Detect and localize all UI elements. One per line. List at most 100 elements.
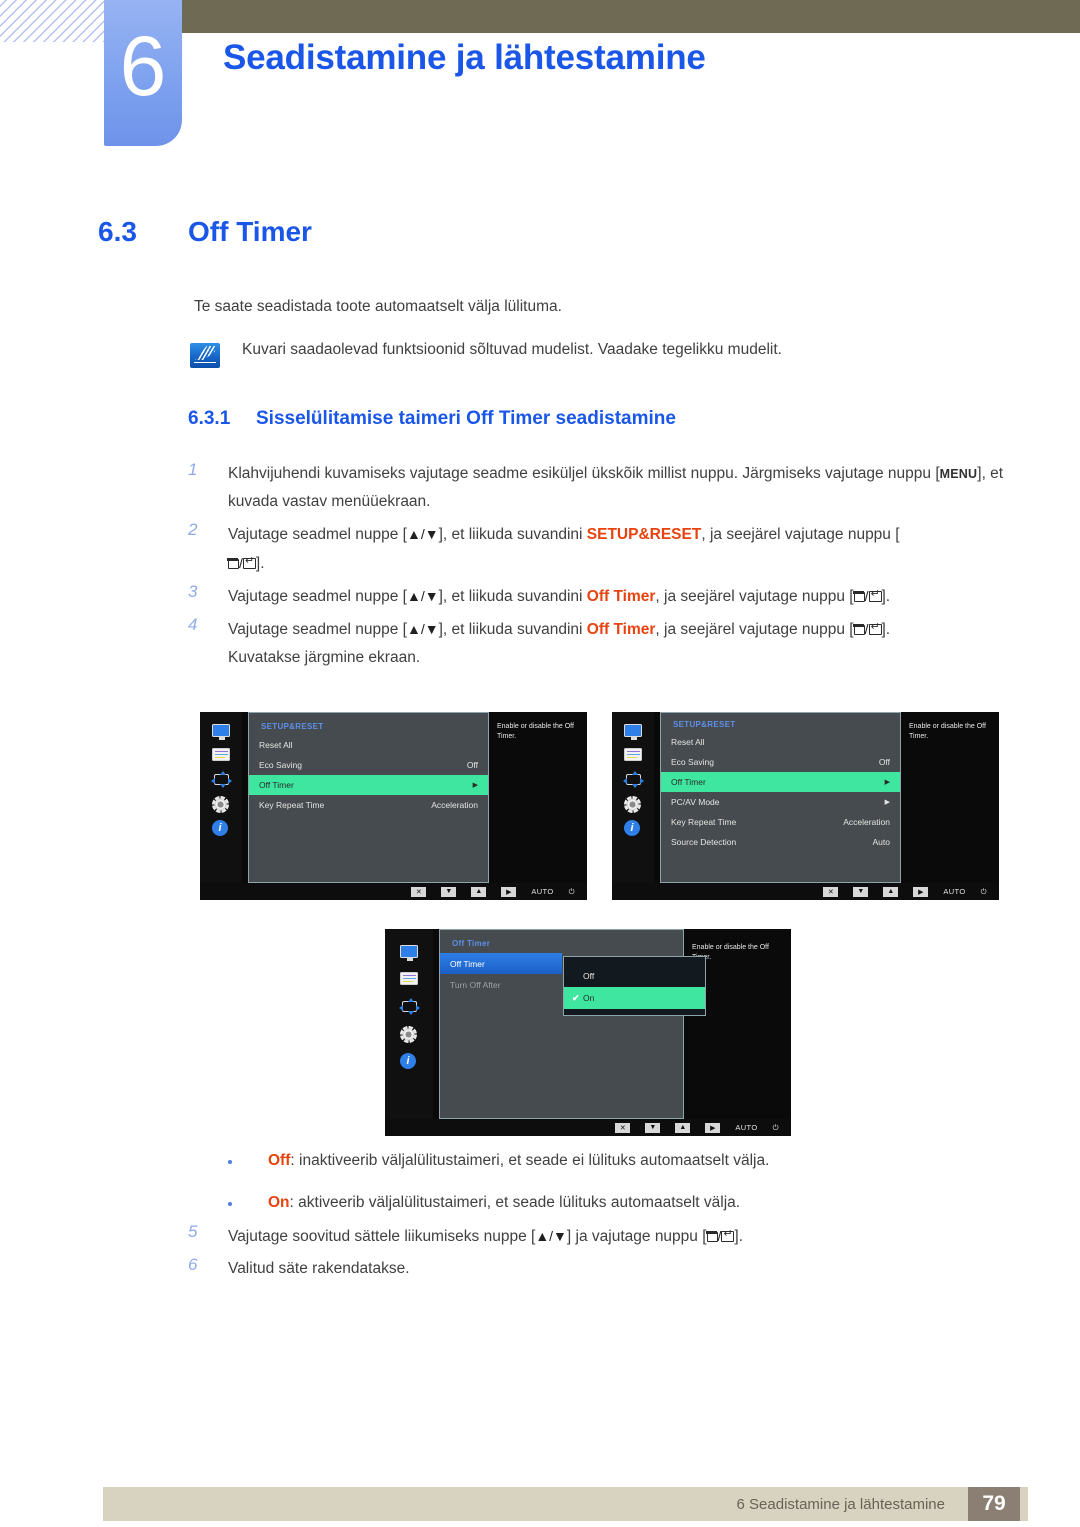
osd-icon-sidebar: i	[200, 712, 242, 883]
updown-arrows-icon: ▲/▼	[406, 588, 439, 604]
step-item: 6 Valitud säte rakendatakse.	[188, 1255, 1038, 1283]
popup-option-on[interactable]: ✔ On	[564, 987, 705, 1009]
bullet-dot-icon	[228, 1202, 232, 1206]
step-item: 1 Klahvijuhendi kuvamiseks vajutage sead…	[188, 460, 1038, 516]
steps-list: 1 Klahvijuhendi kuvamiseks vajutage sead…	[188, 460, 1038, 676]
note-text: Kuvari saadaolevad funktsioonid sõltuvad…	[242, 341, 782, 358]
picture-list-icon[interactable]	[212, 748, 230, 763]
decorative-hatch-pattern	[0, 0, 104, 42]
osd-menu-row[interactable]: PC/AV Mode ▶	[661, 792, 900, 812]
power-icon[interactable]: ⏻	[569, 887, 575, 897]
updown-arrows-icon: ▲/▼	[406, 621, 439, 637]
power-icon[interactable]: ⏻	[773, 1123, 779, 1133]
step-text-part: ].	[881, 588, 891, 605]
osd-row-value: Acceleration	[843, 817, 890, 827]
popup-option-label: Off	[583, 971, 595, 981]
info-icon[interactable]: i	[624, 820, 642, 836]
osd-menu-row[interactable]: Source Detection Auto	[661, 832, 900, 852]
osd-menu-row-selected[interactable]: Off Timer ▶	[249, 775, 488, 795]
move-arrows-icon[interactable]	[211, 771, 232, 788]
power-icon[interactable]: ⏻	[981, 887, 987, 897]
osd-menu-row[interactable]: Reset All	[661, 732, 900, 752]
close-button[interactable]: ✕	[823, 886, 839, 897]
gear-icon[interactable]	[624, 796, 642, 813]
osd-screenshot-1: i SETUP&RESET Reset All Eco Saving Off O…	[200, 712, 587, 900]
osd-menu-title: Off Timer	[452, 939, 491, 948]
osd-row-label: PC/AV Mode	[671, 797, 720, 807]
step-number: 5	[188, 1222, 198, 1241]
down-button[interactable]: ▼	[645, 1122, 661, 1133]
osd-menu-row-selected[interactable]: Off Timer	[440, 953, 562, 974]
bullet-text: Off: inaktiveerib väljalülitustaimeri, e…	[268, 1152, 1048, 1170]
monitor-icon[interactable]	[212, 724, 230, 740]
bullet-desc: : aktiveerib väljalülitustaimeri, et sea…	[289, 1194, 741, 1211]
chapter-number: 6	[119, 19, 167, 113]
picture-list-icon[interactable]	[400, 972, 418, 987]
up-button[interactable]: ▲	[471, 886, 487, 897]
osd-menu-row[interactable]: Reset All	[249, 735, 488, 755]
highlight-term: Off Timer	[586, 588, 656, 605]
subsection-title: Sisselülitamise taimeri Off Timer seadis…	[256, 408, 676, 429]
close-button[interactable]: ✕	[615, 1122, 631, 1133]
picture-list-icon[interactable]	[624, 748, 642, 763]
window-key-icon	[227, 558, 239, 569]
bullet-desc: : inaktiveerib väljalülitustaimeri, et s…	[290, 1152, 770, 1169]
osd-row-label: Off Timer	[259, 780, 294, 790]
menu-key-label: MENU	[939, 467, 978, 481]
subsection-number: 6.3.1	[188, 408, 231, 429]
enter-key-icon	[721, 1228, 735, 1242]
close-button[interactable]: ✕	[411, 886, 427, 897]
chevron-right-icon: ▶	[884, 779, 890, 786]
monitor-icon[interactable]	[624, 724, 642, 740]
osd-menu-title: SETUP&RESET	[261, 722, 324, 731]
step-item: 3 Vajutage seadmel nuppe [▲/▼], et liiku…	[188, 582, 1038, 611]
osd-row-label: Eco Saving	[671, 757, 714, 767]
step-text-part: ].	[255, 555, 265, 572]
info-icon[interactable]: i	[212, 820, 230, 836]
up-button[interactable]: ▲	[675, 1122, 691, 1133]
gear-icon[interactable]	[212, 796, 230, 813]
step-text-part: , ja seejärel vajutage nuppu [	[655, 621, 854, 638]
bullet-dot-icon	[228, 1160, 232, 1164]
right-button[interactable]: ▶	[705, 1122, 721, 1133]
enter-key-icon	[868, 588, 882, 602]
popup-option-off[interactable]: Off	[564, 965, 705, 987]
step-text-part: Vajutage seadmel nuppe [	[228, 621, 407, 638]
intro-paragraph: Te saate seadistada toote automaatselt v…	[194, 298, 562, 315]
slash-separator: /	[864, 588, 869, 604]
osd-row-label: Off Timer	[671, 777, 706, 787]
auto-button-label[interactable]: AUTO	[531, 887, 553, 896]
step-text: Vajutage seadmel nuppe [▲/▼], et liikuda…	[228, 615, 1038, 672]
osd-menu-panel: SETUP&RESET Reset All Eco Saving Off Off…	[660, 712, 901, 883]
monitor-icon[interactable]	[400, 945, 418, 961]
osd-menu-row[interactable]: Key Repeat Time Acceleration	[661, 812, 900, 832]
gear-icon[interactable]	[400, 1026, 418, 1043]
down-button[interactable]: ▼	[853, 886, 869, 897]
osd-menu-row[interactable]: Eco Saving Off	[249, 755, 488, 775]
osd-menu-row-selected[interactable]: Off Timer ▶	[661, 772, 900, 792]
step-text: Vajutage seadmel nuppe [▲/▼], et liikuda…	[228, 582, 1038, 611]
up-button[interactable]: ▲	[883, 886, 899, 897]
osd-row-label: Reset All	[259, 740, 293, 750]
step-text: Valitud säte rakendatakse.	[228, 1260, 410, 1277]
down-button[interactable]: ▼	[441, 886, 457, 897]
list-item: Off: inaktiveerib väljalülitustaimeri, e…	[228, 1152, 1048, 1170]
osd-row-label: Reset All	[671, 737, 705, 747]
osd-help-text: Enable or disable the Off Timer.	[489, 712, 587, 883]
step-text-part: ], et liikuda suvandini	[438, 526, 587, 543]
window-key-icon	[705, 1231, 718, 1242]
step-text-part: , ja seejärel vajutage nuppu [	[655, 588, 854, 605]
info-icon[interactable]: i	[400, 1053, 418, 1069]
osd-menu-row[interactable]: Key Repeat Time Acceleration	[249, 795, 488, 815]
right-button[interactable]: ▶	[913, 886, 929, 897]
step-item: 4 Vajutage seadmel nuppe [▲/▼], et liiku…	[188, 615, 1038, 672]
auto-button-label[interactable]: AUTO	[735, 1123, 757, 1132]
step-text-part: ], et liikuda suvandini	[438, 588, 587, 605]
osd-row-label: Off Timer	[450, 958, 485, 969]
move-arrows-icon[interactable]	[623, 771, 644, 788]
auto-button-label[interactable]: AUTO	[943, 887, 965, 896]
osd-menu-row[interactable]: Eco Saving Off	[661, 752, 900, 772]
move-arrows-icon[interactable]	[399, 998, 420, 1015]
right-button[interactable]: ▶	[501, 886, 517, 897]
section-number: 6.3	[98, 216, 137, 247]
